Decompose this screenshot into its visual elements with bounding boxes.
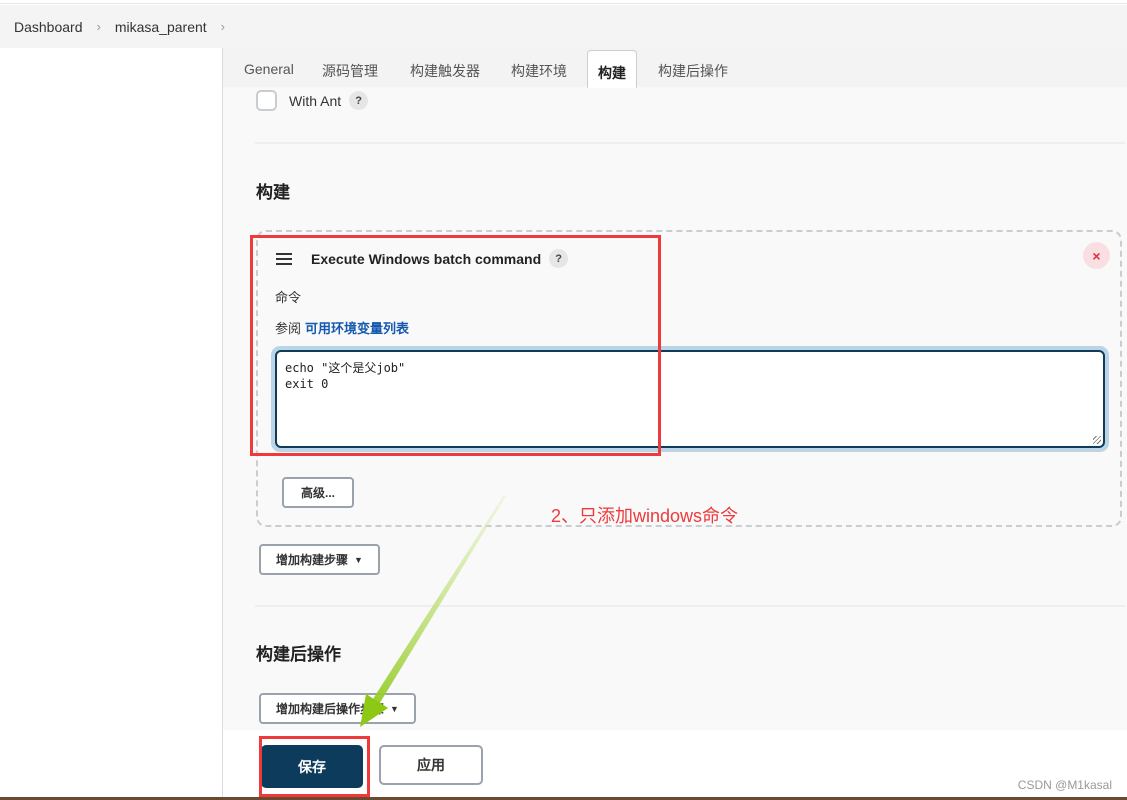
with-ant-checkbox[interactable] [256,90,277,111]
breadcrumb-job[interactable]: mikasa_parent [115,19,207,35]
resize-grip-icon[interactable] [1093,436,1101,444]
command-label: 命令 [275,287,301,306]
config-main: General 源码管理 构建触发器 构建环境 构建 构建后操作 With An… [223,48,1127,798]
breadcrumb-separator-icon[interactable]: › [221,19,225,34]
add-build-step-label: 增加构建步骤 [276,551,348,568]
command-textarea[interactable] [275,350,1105,448]
caret-down-icon: ▼ [390,704,399,714]
breadcrumb-dashboard[interactable]: Dashboard [14,19,83,35]
section-divider [255,605,1125,607]
caret-down-icon: ▼ [354,555,363,565]
post-build-section-title: 构建后操作 [256,640,341,665]
apply-button[interactable]: 应用 [379,745,483,785]
with-ant-label: With Ant [289,93,341,109]
env-see-label: 参阅 [275,321,301,336]
add-post-build-step-button[interactable]: 增加构建后操作步骤 ▼ [259,693,416,724]
build-step-title: Execute Windows batch command [311,251,541,267]
tab-post-build[interactable]: 构建后操作 [658,61,728,81]
env-vars-hint: 参阅可用环境变量列表 [275,318,409,337]
advanced-button[interactable]: 高级... [282,477,354,508]
tab-triggers[interactable]: 构建触发器 [410,61,480,81]
add-post-build-step-label: 增加构建后操作步骤 [276,700,384,717]
build-step-header: Execute Windows batch command ? [311,249,568,268]
help-icon[interactable]: ? [549,249,568,268]
tab-general[interactable]: General [244,61,294,77]
watermark: CSDN @M1kasal [1018,778,1112,792]
top-border [0,0,1127,4]
build-step-card: Execute Windows batch command ? × 命令 参阅可… [256,230,1122,527]
tab-build[interactable]: 构建 [587,50,637,88]
command-textarea-focus-ring [271,346,1109,452]
breadcrumb-separator-icon: › [97,19,101,34]
jenkins-config-page: Dashboard › mikasa_parent › General 源码管理… [0,0,1127,800]
help-icon[interactable]: ? [349,91,368,110]
section-divider [255,142,1125,144]
breadcrumb: Dashboard › mikasa_parent › [0,5,1127,48]
config-tabbar: General 源码管理 构建触发器 构建环境 构建 构建后操作 [223,48,1127,87]
env-vars-link[interactable]: 可用环境变量列表 [305,321,409,336]
build-section-title: 构建 [256,178,290,203]
add-build-step-button[interactable]: 增加构建步骤 ▼ [259,544,380,575]
sidebar [0,48,222,798]
tab-scm[interactable]: 源码管理 [322,61,378,81]
annotation-text: 2、只添加windows命令 [551,502,738,528]
with-ant-option: With Ant ? [256,90,368,111]
save-button[interactable]: 保存 [261,745,363,788]
delete-step-button[interactable]: × [1083,242,1110,269]
tab-build-env[interactable]: 构建环境 [511,61,567,81]
drag-handle-icon[interactable] [276,253,292,268]
